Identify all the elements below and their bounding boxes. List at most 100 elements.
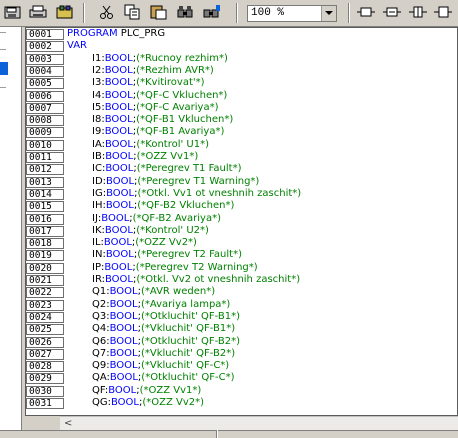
- code-line[interactable]: 0014 IG:BOOL;(*Otkl. Vv1 ot vneshnih zasc…: [26, 187, 457, 201]
- comment: (*AVR weden*): [140, 286, 216, 298]
- code-line[interactable]: 0013 ID:BOOL;(*Peregrev T1 Warning*): [26, 176, 457, 189]
- code-text: IH:BOOL;(*QF-B2 Vkluchen*): [92, 200, 235, 212]
- status-strip: [0, 430, 458, 438]
- line-number: 0026: [26, 336, 64, 348]
- save-icon[interactable]: [2, 3, 24, 23]
- code-line[interactable]: 0012 IC:BOOL;(*Peregrev T1 Fault*): [26, 163, 457, 176]
- library-icon[interactable]: [54, 3, 76, 23]
- comment: (*OZZ Vv2*): [135, 237, 197, 249]
- code-line[interactable]: 0031 QG:BOOL;(*OZZ Vv2*): [26, 397, 457, 410]
- code-line[interactable]: 0010 IA:BOOL;(*Kontrol' U1*): [26, 139, 457, 152]
- variable-name: Q7: [92, 347, 107, 359]
- insert-icon[interactable]: [407, 3, 429, 23]
- code-line[interactable]: 0017 IK:BOOL;(*Kontrol' U2*): [26, 225, 457, 238]
- comment: (*OZZ Vv1*): [139, 384, 202, 396]
- selected-tree-item[interactable]: [0, 62, 8, 75]
- print-icon[interactable]: [27, 3, 49, 23]
- variable-name: Q2: [92, 298, 107, 310]
- code-line[interactable]: 0021 IR:BOOL;(*Otkl. Vv2 ot vneshnih zasc…: [26, 274, 457, 287]
- comment: (*Kvitirovat'*): [136, 77, 205, 89]
- code-line[interactable]: 0006 I4:BOOL;(*QF-C Vkluchen*): [26, 89, 457, 103]
- comment: (*QF-B2 Avariya*): [132, 212, 221, 224]
- code-text: Q6:BOOL;(*Otkluchit' QF-B2*): [92, 335, 241, 347]
- variable-name: IG: [92, 187, 103, 199]
- output-icon[interactable]: [432, 3, 454, 23]
- variable-name: Q6: [92, 335, 107, 347]
- line-number: 0002: [26, 41, 64, 53]
- code-text: I3:BOOL;(*Kvitirovat'*): [92, 77, 205, 89]
- code-line[interactable]: 0015 IH:BOOL;(*QF-B2 Vkluchen*): [26, 200, 457, 213]
- line-number: 0016: [26, 213, 64, 225]
- line-number: 0021: [26, 275, 64, 286]
- code-line[interactable]: 0016 IJ:BOOL;(*QF-B2 Avariya*): [26, 212, 457, 226]
- line-number: 0013: [26, 176, 64, 188]
- code-line[interactable]: 0020 IP:BOOL;(*Peregrev T2 Warning*): [26, 261, 457, 275]
- code-line[interactable]: 0028 Q9:BOOL;(*Vkluchit' QF-C*): [26, 360, 457, 373]
- line-number: 0001: [26, 29, 64, 40]
- code-text: QF:BOOL;(*OZZ Vv1*): [92, 384, 202, 396]
- code-line[interactable]: 0024 Q3:BOOL;(*Otkluchit' QF-B1*): [26, 311, 457, 324]
- code-line[interactable]: 0029 QA:BOOL;(*Otkluchit' QF-C*): [26, 372, 457, 385]
- cut-icon[interactable]: [96, 3, 118, 23]
- code-line[interactable]: 0011 IB:BOOL;(*OZZ Vv1*): [26, 151, 457, 164]
- line-number: 0005: [26, 78, 64, 90]
- zoom-value: 100 %: [251, 7, 285, 19]
- network-icon[interactable]: [381, 3, 403, 23]
- variable-type: BOOL: [101, 212, 130, 224]
- code-editor[interactable]: 0001 PROGRAM PLC_PRG 0002 VAR 0003 I1:BOOL;(*…: [25, 27, 458, 416]
- box-icon[interactable]: [355, 3, 377, 23]
- code-line[interactable]: 0023 Q2:BOOL;(*Avariya lampa*): [26, 298, 457, 312]
- line-number: 0007: [26, 102, 64, 114]
- code-text: IN:BOOL;(*Peregrev T2 Fault*): [92, 249, 242, 261]
- variable-type: BOOL: [109, 360, 138, 372]
- chevron-down-icon[interactable]: [321, 6, 336, 21]
- variable-type: BOOL: [111, 397, 139, 408]
- variable-type: BOOL: [109, 335, 138, 347]
- replace-icon[interactable]: [201, 3, 223, 23]
- code-line[interactable]: 0009 I9:BOOL;(*QF-B1 Avariya*): [26, 126, 457, 139]
- code-text: I8:BOOL;(*QF-B1 Vkluchen*): [92, 114, 234, 126]
- paste-icon[interactable]: [148, 3, 170, 23]
- code-text: I9:BOOL;(*QF-B1 Avariya*): [92, 126, 225, 138]
- comment: (*Peregrev T2 Warning*): [135, 261, 258, 273]
- code-line[interactable]: 0026 Q6:BOOL;(*Otkluchit' QF-B2*): [26, 335, 457, 349]
- code-line[interactable]: 0003 I1:BOOL;(*Rucnoy rezhim*): [26, 53, 457, 66]
- comment: (*Peregrev T1 Fault*): [136, 163, 242, 175]
- horizontal-scrollbar[interactable]: <: [60, 416, 458, 430]
- code-text: I2:BOOL;(*Rezhim AVR*): [92, 64, 214, 76]
- code-line[interactable]: 0030 QF:BOOL;(*OZZ Vv1*): [26, 384, 457, 398]
- code-line[interactable]: 0001 PROGRAM PLC_PRG: [26, 28, 457, 41]
- variable-type: BOOL: [105, 249, 134, 261]
- tree-marker: [0, 32, 6, 33]
- variable-type: BOOL: [104, 126, 133, 138]
- code-line[interactable]: 0027 Q7:BOOL;(*Vkluchit' QF-B2*): [26, 347, 457, 361]
- copy-icon[interactable]: [122, 3, 144, 23]
- code-line[interactable]: 0005 I3:BOOL;(*Kvitirovat'*): [26, 77, 457, 90]
- line-number: 0010: [26, 139, 64, 151]
- comment: (*OZZ Vv1*): [136, 151, 199, 162]
- code-line[interactable]: 0004 I2:BOOL;(*Rezhim AVR*): [26, 64, 457, 78]
- code-text: I5:BOOL;(*QF-C Avariya*): [92, 101, 219, 113]
- variable-name: I4: [92, 89, 102, 101]
- tree-marker: [0, 49, 6, 50]
- find-icon[interactable]: [175, 3, 197, 23]
- variable-name: IP: [92, 261, 101, 273]
- scroll-left-icon[interactable]: <: [64, 418, 78, 430]
- object-tree-pane[interactable]: [0, 27, 22, 438]
- code-text: Q4:BOOL;(*Vkluchit' QF-B1*): [92, 323, 236, 335]
- code-line[interactable]: 0022 Q1:BOOL;(*AVR weden*): [26, 286, 457, 299]
- code-line[interactable]: 0002 VAR: [26, 40, 457, 53]
- variable-type: BOOL: [105, 151, 134, 162]
- code-line[interactable]: 0007 I5:BOOL;(*QF-C Avariya*): [26, 101, 457, 115]
- code-line[interactable]: 0008 I8:BOOL;(*QF-B1 Vkluchen*): [26, 114, 457, 127]
- code-text: Q2:BOOL;(*Avariya lampa*): [92, 298, 231, 310]
- variable-type: BOOL: [109, 286, 138, 298]
- variable-type: BOOL: [106, 187, 135, 199]
- code-line[interactable]: 0018 IL:BOOL;(*OZZ Vv2*): [26, 237, 457, 250]
- code-text: QA:BOOL;(*Otkluchit' QF-C*): [92, 372, 235, 384]
- variable-type: BOOL: [105, 200, 134, 212]
- code-line[interactable]: 0019 IN:BOOL;(*Peregrev T2 Fault*): [26, 249, 457, 262]
- code-text: Q7:BOOL;(*Vkluchit' QF-B2*): [92, 347, 236, 359]
- code-line[interactable]: 0025 Q4:BOOL;(*Vkluchit' QF-B1*): [26, 323, 457, 336]
- zoom-select[interactable]: 100 %: [247, 5, 337, 22]
